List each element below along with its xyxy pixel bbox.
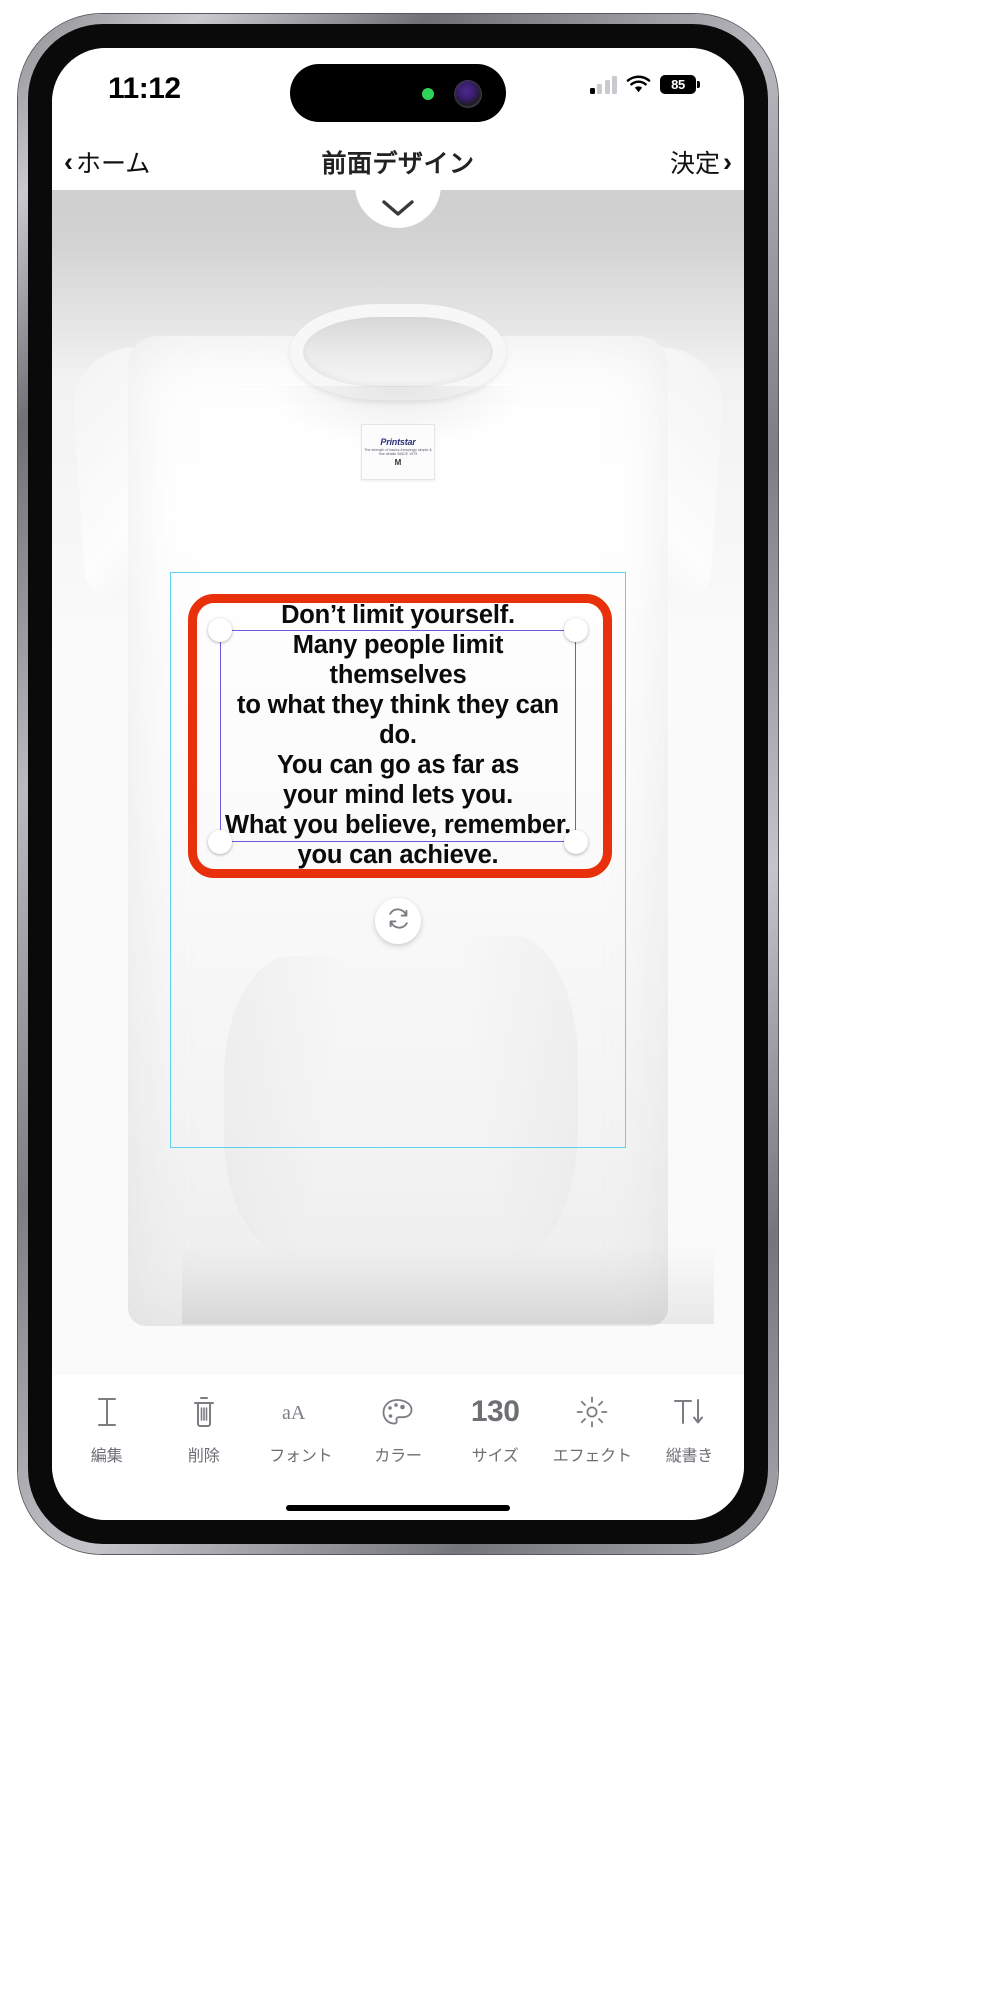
page-title: 前面デザイン [321,150,475,178]
text-cursor-icon [83,1391,131,1433]
toolbar-label-vertical-text: 縦書き [665,1448,714,1465]
phone-device-frame: 11:12 85 ‹ ホーム 前面デザイン 決定 › Printstar The… [18,14,778,1554]
brand-label-tag: Printstar The strength of basics Amazing… [361,424,435,480]
text-element-bounding-box[interactable]: Don’t limit yourself. Many people limit … [220,601,576,869]
svg-text:aA: aA [282,1402,306,1424]
chevron-left-icon: ‹ [64,146,73,177]
font-aA-icon: aA [277,1391,325,1433]
brand-name: Printstar [380,436,416,447]
wifi-icon [626,75,651,94]
design-canvas[interactable]: Printstar The strength of basics Amazing… [52,190,744,1375]
rotate-handle-button[interactable] [375,898,421,944]
resize-handle-bottom-left[interactable] [208,830,232,854]
toolbar-item-font[interactable]: aA フォント [252,1391,349,1466]
cellular-signal-icon [589,74,617,94]
front-camera-lens-icon [454,80,482,108]
toolbar-label-edit: 編集 [90,1448,123,1465]
toolbar-item-color[interactable]: カラー [349,1391,446,1466]
phone-screen: 11:12 85 ‹ ホーム 前面デザイン 決定 › Printstar The… [52,48,744,1520]
editor-toolbar: 編集 削除 aA フォント カラー 130 サイズ エフェクト 縦書き [52,1375,744,1520]
back-to-home-button[interactable]: ‹ ホーム [64,144,150,180]
camera-active-indicator-icon [422,88,434,100]
trash-icon [180,1391,228,1433]
toolbar-item-size[interactable]: 130 サイズ [447,1391,544,1466]
size-number-icon: 130 [470,1395,520,1428]
resize-handle-top-right[interactable] [564,618,588,642]
toolbar-item-delete[interactable]: 削除 [155,1391,252,1466]
brand-subtext: The strength of basics Amazingly simple … [364,447,432,456]
navigation-bar: ‹ ホーム 前面デザイン 決定 › [52,134,744,190]
dynamic-island [290,64,506,122]
resize-handle-bottom-right[interactable] [564,830,588,854]
done-button-label: 決定 [669,150,720,178]
home-indicator[interactable] [286,1505,510,1511]
effect-sparkle-icon [568,1391,616,1433]
screenshot-root: 11:12 85 ‹ ホーム 前面デザイン 決定 › Printstar The… [0,0,996,1993]
toolbar-label-size: サイズ [471,1448,519,1465]
collapse-panel-button[interactable] [355,190,441,228]
design-text-content: Don’t limit yourself. Many people limit … [224,601,572,869]
vertical-text-icon [665,1391,713,1433]
status-bar-indicators: 85 [589,74,700,94]
battery-icon: 85 [660,74,700,94]
toolbar-label-delete: 削除 [187,1448,220,1465]
phone-bezel: 11:12 85 ‹ ホーム 前面デザイン 決定 › Printstar The… [28,24,768,1544]
rotate-refresh-icon [386,906,411,936]
toolbar-label-color: カラー [374,1448,422,1465]
color-palette-icon [374,1391,422,1433]
status-bar-time: 11:12 [108,72,181,105]
status-bar: 11:12 85 [52,48,744,134]
chevron-right-icon: › [723,146,732,177]
toolbar-item-vertical-text[interactable]: 縦書き [641,1391,738,1466]
battery-percentage: 85 [671,76,685,92]
resize-handle-top-left[interactable] [208,618,232,642]
done-button[interactable]: 決定 › [670,144,732,180]
toolbar-label-font: フォント [269,1448,333,1465]
toolbar-label-effect: エフェクト [552,1448,632,1465]
brand-size-label: M [394,458,402,468]
toolbar-item-effect[interactable]: エフェクト [544,1391,641,1466]
chevron-down-icon [381,198,415,218]
tshirt-hem-shadow [182,1244,714,1324]
back-button-label: ホーム [76,150,151,178]
toolbar-item-edit[interactable]: 編集 [58,1391,155,1466]
